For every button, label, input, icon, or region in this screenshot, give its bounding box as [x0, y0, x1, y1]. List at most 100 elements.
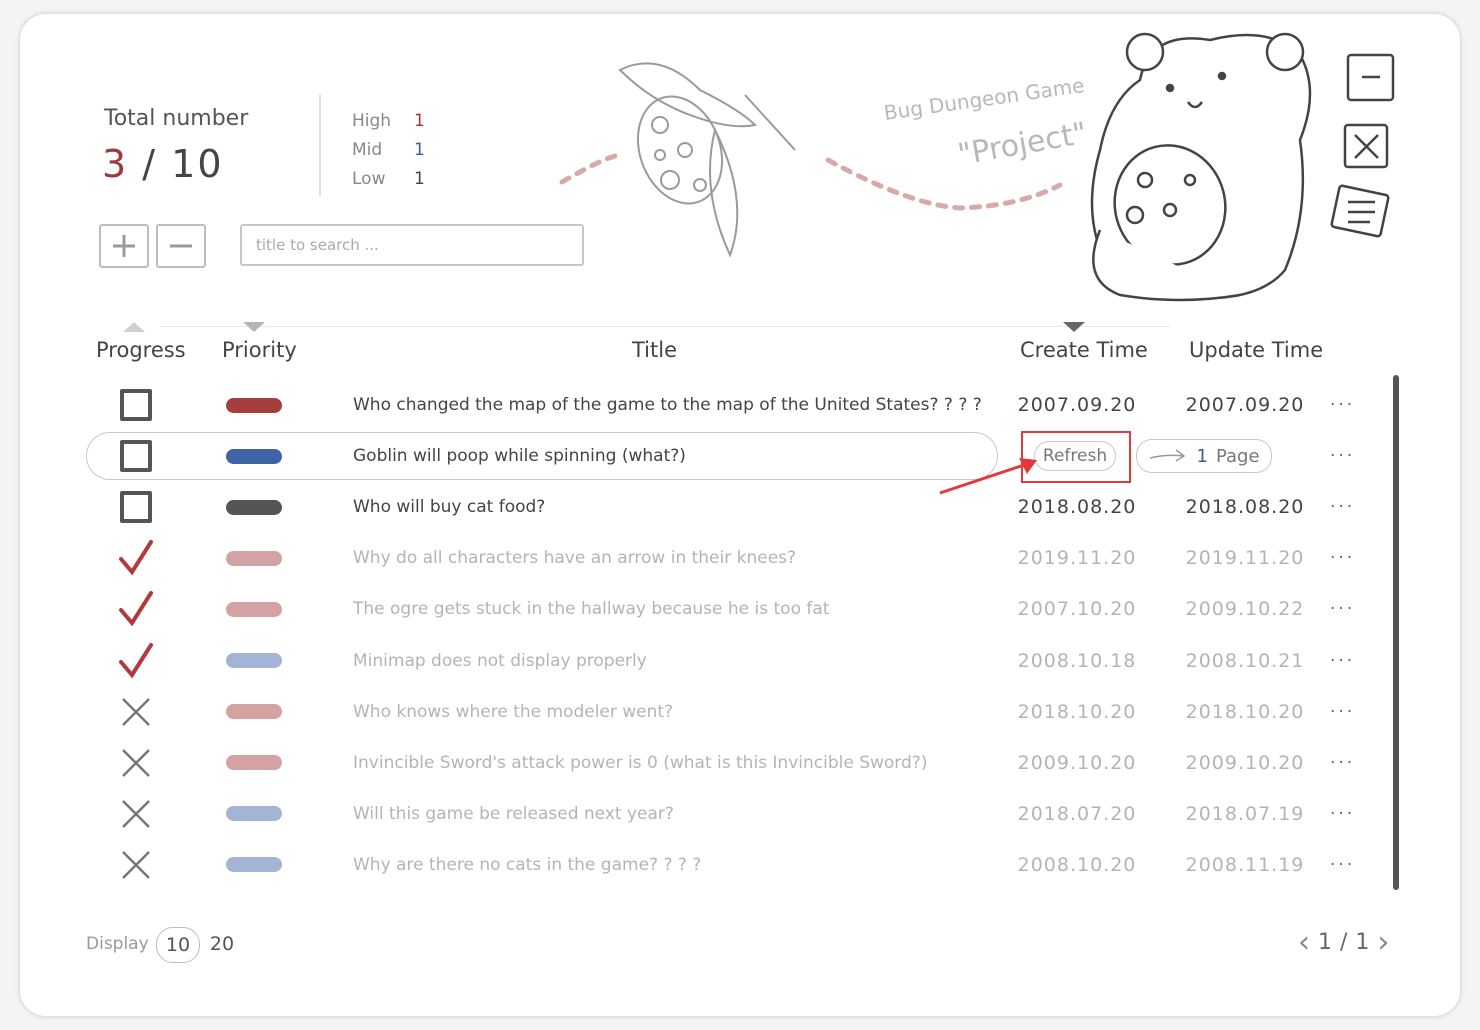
column-header-update-time[interactable]: Update Time	[1189, 338, 1323, 362]
table-row[interactable]: Why do all characters have an arrow in t…	[86, 534, 1376, 582]
total-count: 3 / 10	[102, 142, 224, 186]
go-to-page-button[interactable]: 1 Page	[1136, 439, 1272, 473]
cross-icon[interactable]	[118, 688, 154, 736]
row-title[interactable]: Invincible Sword's attack power is 0 (wh…	[353, 739, 927, 787]
priority-cell	[226, 790, 282, 838]
table-row[interactable]: Minimap does not display properly 2008.10…	[86, 637, 1376, 685]
priority-cell	[226, 381, 282, 429]
page-number: 1	[1196, 445, 1208, 467]
checkbox-box	[120, 491, 152, 524]
scrollbar[interactable]	[1393, 375, 1399, 890]
prev-page-icon[interactable]: ‹	[1298, 925, 1310, 960]
cross-icon[interactable]	[118, 790, 154, 838]
create-time: 2009.10.20	[1017, 751, 1137, 774]
table-row[interactable]: Will this game be released next year? 201…	[86, 790, 1376, 838]
update-time: 2007.09.20	[1185, 394, 1305, 416]
current-page: 1	[1318, 930, 1332, 955]
update-time: 2018.08.20	[1185, 496, 1305, 519]
create-time: 2018.07.20	[1017, 802, 1137, 825]
priority-stat-low: Low 1	[352, 164, 425, 193]
sort-desc-icon[interactable]	[243, 322, 265, 332]
row-title[interactable]: Who changed the map of the game to the m…	[353, 381, 982, 429]
display-option-20[interactable]: 20	[208, 927, 236, 961]
more-options-icon[interactable]: ···	[1330, 432, 1355, 480]
priority-badge	[226, 397, 282, 413]
row-title[interactable]: Why do all characters have an arrow in t…	[353, 534, 796, 582]
header-illustration: Bug Dungeon Game "Project"	[540, 30, 1420, 330]
check-icon[interactable]	[118, 534, 154, 582]
table-row[interactable]: Why are there no cats in the game? ? ? ?…	[86, 841, 1376, 889]
create-time: 2007.10.20	[1017, 598, 1137, 621]
row-title[interactable]: Will this game be released next year?	[353, 790, 674, 838]
row-title[interactable]: Who knows where the modeler went?	[353, 688, 673, 736]
display-label: Display	[86, 934, 149, 954]
column-header-priority[interactable]: Priority	[222, 338, 297, 362]
update-time: 2008.11.19	[1185, 853, 1305, 876]
update-time: 2009.10.20	[1185, 751, 1305, 774]
table-row[interactable]: The ogre gets stuck in the hallway becau…	[86, 585, 1376, 633]
illustration-title: Bug Dungeon Game	[882, 73, 1085, 125]
column-header-create-time[interactable]: Create Time	[1020, 338, 1148, 362]
priority-stat-value: 1	[414, 110, 425, 131]
priority-cell	[226, 585, 282, 633]
row-title[interactable]: Minimap does not display properly	[353, 637, 647, 685]
update-time: 2008.10.21	[1185, 649, 1305, 672]
cross-icon[interactable]	[118, 841, 154, 889]
arrow-right-icon	[1150, 449, 1186, 462]
more-options-icon[interactable]: ···	[1330, 534, 1355, 582]
more-options-icon[interactable]: ···	[1330, 381, 1355, 429]
more-options-icon[interactable]: ···	[1330, 688, 1355, 736]
update-time: 2019.11.20	[1185, 547, 1305, 570]
more-options-icon[interactable]: ···	[1330, 841, 1355, 889]
row-title[interactable]: The ogre gets stuck in the hallway becau…	[353, 585, 829, 633]
table-row[interactable]: Who will buy cat food? 2018.08.20 2018.08.…	[86, 483, 1376, 531]
checkbox-unchecked-icon[interactable]	[118, 381, 154, 429]
remove-button[interactable]	[156, 224, 206, 268]
check-icon[interactable]	[118, 637, 154, 685]
table-row[interactable]: Who knows where the modeler went? 2018.10…	[86, 688, 1376, 736]
priority-cell	[226, 841, 282, 889]
checkbox-unchecked-icon[interactable]	[118, 483, 154, 531]
column-header-title[interactable]: Title	[632, 338, 677, 362]
priority-stat-label: Mid	[352, 139, 383, 160]
display-option-10[interactable]: 10	[156, 927, 200, 963]
priority-cell	[226, 637, 282, 685]
cross-icon[interactable]	[118, 739, 154, 787]
sort-desc-icon[interactable]	[1063, 322, 1085, 332]
priority-badge	[226, 755, 282, 771]
priority-badge	[226, 704, 282, 720]
sort-asc-icon[interactable]	[123, 322, 145, 332]
page-separator: /	[1340, 930, 1348, 955]
more-options-icon[interactable]: ···	[1330, 739, 1355, 787]
check-icon[interactable]	[118, 585, 154, 633]
selected-row-outline	[86, 432, 998, 480]
priority-stat-mid: Mid 1	[352, 135, 425, 164]
priority-badge	[226, 806, 282, 822]
priority-stat-label: Low	[352, 168, 386, 189]
total-number-label: Total number	[104, 106, 249, 131]
table-row[interactable]: Who changed the map of the game to the m…	[86, 381, 1376, 429]
illustration-subtitle: "Project"	[955, 116, 1089, 173]
create-time: 2008.10.20	[1017, 853, 1137, 876]
row-title[interactable]: Who will buy cat food?	[353, 483, 545, 531]
priority-stat-value: 1	[414, 139, 425, 160]
more-options-icon[interactable]: ···	[1330, 483, 1355, 531]
count-separator: /	[142, 142, 172, 186]
table-row[interactable]: Invincible Sword's attack power is 0 (wh…	[86, 739, 1376, 787]
add-button[interactable]	[99, 224, 149, 268]
row-title[interactable]: Why are there no cats in the game? ? ? ?	[353, 841, 701, 889]
update-time: 2009.10.22	[1185, 598, 1305, 621]
annotation-arrow-icon	[939, 458, 1037, 495]
more-options-icon[interactable]: ···	[1330, 790, 1355, 838]
total-pages: 1	[1355, 930, 1370, 955]
more-options-icon[interactable]: ···	[1330, 637, 1355, 685]
update-time: 2018.10.20	[1185, 700, 1305, 723]
column-header-progress[interactable]: Progress	[96, 338, 186, 362]
total-count-value: 10	[171, 142, 224, 186]
table-header-divider	[160, 326, 1170, 327]
search-input[interactable]	[240, 224, 584, 266]
next-page-icon[interactable]: ›	[1377, 925, 1389, 960]
minus-icon	[170, 244, 192, 248]
priority-stats: High 1 Mid 1 Low 1	[352, 106, 425, 193]
more-options-icon[interactable]: ···	[1330, 585, 1355, 633]
